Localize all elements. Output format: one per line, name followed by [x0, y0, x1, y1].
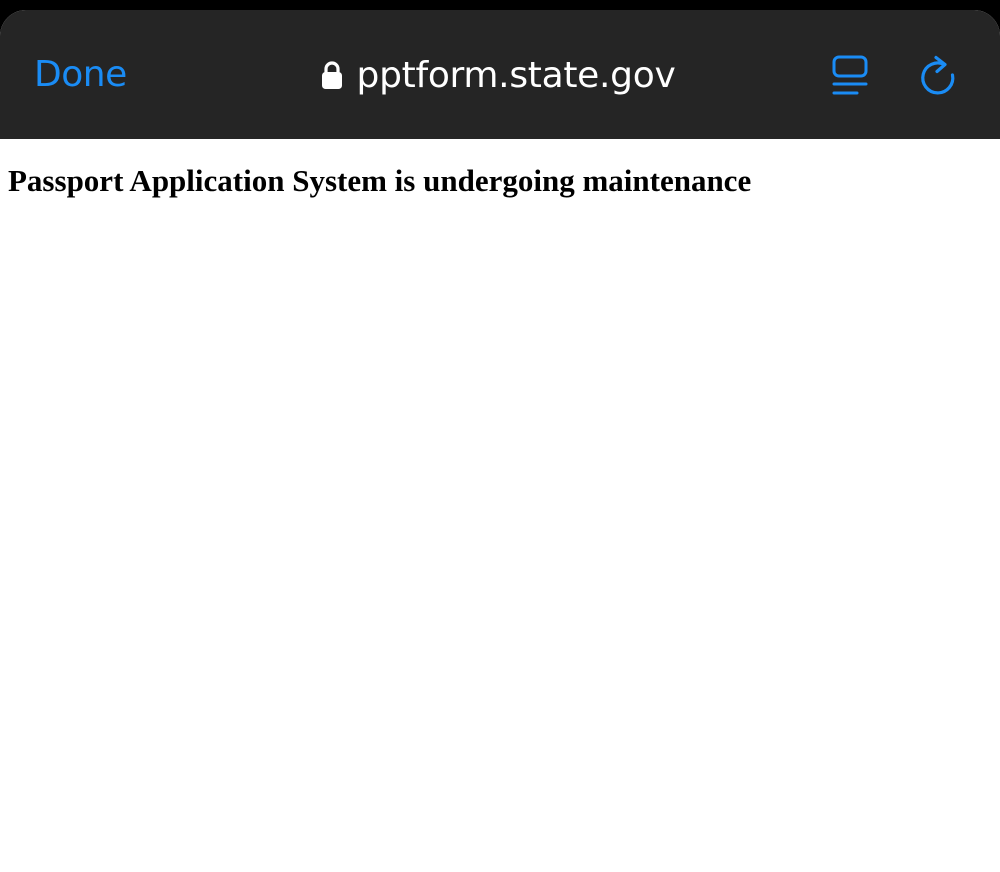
address-display[interactable]: pptform.state.gov — [321, 55, 676, 96]
page-title: Passport Application System is undergoin… — [8, 163, 752, 198]
web-content: Passport Application System is undergoin… — [0, 139, 1000, 872]
lock-icon — [321, 61, 342, 89]
browser-toolbar: Done pptform.state.gov — [0, 10, 1000, 139]
reader-mode-icon[interactable] — [831, 54, 869, 96]
url-text: pptform.state.gov — [356, 54, 676, 96]
browser-sheet: Done pptform.state.gov Passport Applicat… — [0, 10, 1000, 872]
done-button[interactable]: Done — [34, 50, 127, 100]
reload-icon[interactable] — [919, 55, 959, 97]
